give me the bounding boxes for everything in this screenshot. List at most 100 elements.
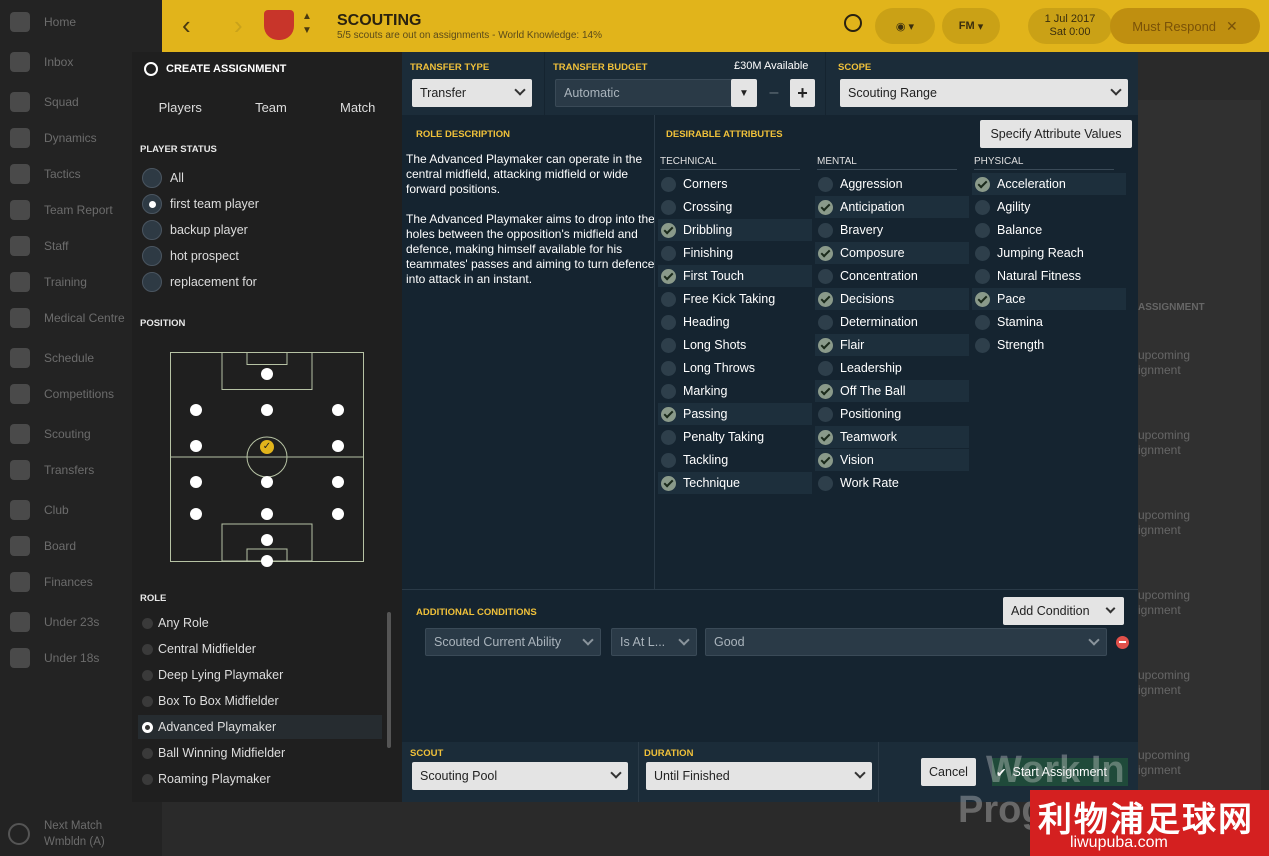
position-dot[interactable]	[261, 404, 273, 416]
check-icon[interactable]	[661, 199, 676, 215]
attribute-positioning[interactable]: Positioning	[815, 403, 969, 425]
attribute-stamina[interactable]: Stamina	[972, 311, 1126, 333]
attribute-free-kick-taking[interactable]: Free Kick Taking	[658, 288, 812, 310]
transfer-type-select[interactable]: Transfer	[412, 79, 532, 107]
attribute-flair[interactable]: Flair	[815, 334, 969, 356]
radio-button[interactable]	[142, 643, 153, 655]
attribute-bravery[interactable]: Bravery	[815, 219, 969, 241]
radio-button[interactable]	[142, 272, 162, 292]
attribute-aggression[interactable]: Aggression	[815, 173, 969, 195]
club-switch-icon[interactable]: ▲ ▼	[302, 10, 312, 38]
position-dot[interactable]	[261, 508, 273, 520]
attribute-pace[interactable]: Pace	[972, 288, 1126, 310]
player-status-option[interactable]: replacement for	[142, 272, 257, 292]
attribute-penalty-taking[interactable]: Penalty Taking	[658, 426, 812, 448]
check-icon[interactable]	[818, 291, 833, 307]
check-icon[interactable]	[661, 291, 676, 307]
attribute-corners[interactable]: Corners	[658, 173, 812, 195]
position-dot[interactable]	[261, 368, 273, 380]
attribute-concentration[interactable]: Concentration	[815, 265, 969, 287]
add-condition-button[interactable]: Add Condition	[1003, 597, 1124, 625]
tab-match[interactable]: Match	[340, 100, 375, 115]
nav-item-home[interactable]: Home	[0, 4, 162, 40]
radio-button[interactable]	[142, 721, 153, 733]
check-icon[interactable]	[975, 176, 990, 192]
budget-decrease-button[interactable]: –	[761, 79, 787, 107]
check-icon[interactable]	[818, 383, 833, 399]
role-scrollbar[interactable]	[387, 612, 391, 748]
position-dot[interactable]	[261, 555, 273, 567]
attribute-determination[interactable]: Determination	[815, 311, 969, 333]
condition-value-select[interactable]: Good	[705, 628, 1107, 656]
position-dot[interactable]	[332, 440, 344, 452]
position-dot[interactable]	[190, 404, 202, 416]
radio-button[interactable]	[142, 168, 162, 188]
check-icon[interactable]	[818, 337, 833, 353]
check-icon[interactable]	[661, 337, 676, 353]
attribute-crossing[interactable]: Crossing	[658, 196, 812, 218]
attribute-vision[interactable]: Vision	[815, 449, 969, 471]
budget-increase-button[interactable]: +	[790, 79, 815, 107]
attribute-first-touch[interactable]: First Touch	[658, 265, 812, 287]
scope-select[interactable]: Scouting Range	[840, 79, 1128, 107]
player-status-option[interactable]: backup player	[142, 220, 248, 240]
check-icon[interactable]	[661, 383, 676, 399]
radio-button[interactable]	[142, 669, 153, 681]
attribute-tackling[interactable]: Tackling	[658, 449, 812, 471]
attribute-long-throws[interactable]: Long Throws	[658, 357, 812, 379]
position-dot[interactable]	[261, 534, 273, 546]
check-icon[interactable]	[818, 245, 833, 261]
must-respond-button[interactable]: Must Respond ✕	[1110, 8, 1260, 44]
next-match[interactable]: Next Match Wmbldn (A)	[0, 812, 162, 856]
check-icon[interactable]	[818, 406, 833, 422]
role-option[interactable]: Any Role	[138, 611, 382, 635]
attribute-balance[interactable]: Balance	[972, 219, 1126, 241]
world-button[interactable]: ◉ ▾	[875, 8, 935, 44]
attribute-passing[interactable]: Passing	[658, 403, 812, 425]
check-icon[interactable]	[818, 199, 833, 215]
position-dot[interactable]	[190, 440, 202, 452]
check-icon[interactable]	[975, 314, 990, 330]
position-dot[interactable]	[190, 508, 202, 520]
search-icon[interactable]	[844, 14, 862, 32]
remove-condition-icon[interactable]	[1116, 636, 1129, 649]
check-icon[interactable]	[661, 452, 676, 468]
tab-team[interactable]: Team	[255, 100, 287, 115]
check-icon[interactable]	[975, 268, 990, 284]
check-icon[interactable]	[661, 406, 676, 422]
position-dot[interactable]	[261, 476, 273, 488]
radio-button[interactable]	[142, 194, 162, 214]
check-icon[interactable]	[818, 360, 833, 376]
attribute-leadership[interactable]: Leadership	[815, 357, 969, 379]
attribute-composure[interactable]: Composure	[815, 242, 969, 264]
attribute-acceleration[interactable]: Acceleration	[972, 173, 1126, 195]
radio-button[interactable]	[142, 773, 153, 785]
role-option[interactable]: Central Midfielder	[138, 637, 382, 661]
check-icon[interactable]	[661, 360, 676, 376]
radio-button[interactable]	[142, 246, 162, 266]
tab-players[interactable]: Players	[159, 100, 202, 115]
player-status-option[interactable]: first team player	[142, 194, 259, 214]
check-icon[interactable]	[661, 245, 676, 261]
check-icon[interactable]	[818, 176, 833, 192]
position-dot[interactable]	[332, 476, 344, 488]
check-icon[interactable]	[818, 452, 833, 468]
radio-button[interactable]	[142, 695, 153, 707]
scout-select[interactable]: Scouting Pool	[412, 762, 628, 790]
attribute-off-the-ball[interactable]: Off The Ball	[815, 380, 969, 402]
attribute-natural-fitness[interactable]: Natural Fitness	[972, 265, 1126, 287]
condition-field-select[interactable]: Scouted Current Ability	[425, 628, 601, 656]
attribute-agility[interactable]: Agility	[972, 196, 1126, 218]
check-icon[interactable]	[661, 475, 676, 491]
check-icon[interactable]	[975, 337, 990, 353]
check-icon[interactable]	[661, 314, 676, 330]
radio-button[interactable]	[142, 220, 162, 240]
attribute-finishing[interactable]: Finishing	[658, 242, 812, 264]
attribute-strength[interactable]: Strength	[972, 334, 1126, 356]
condition-operator-select[interactable]: Is At L...	[611, 628, 697, 656]
role-option[interactable]: Deep Lying Playmaker	[138, 663, 382, 687]
check-icon[interactable]	[661, 176, 676, 192]
check-icon[interactable]	[818, 475, 833, 491]
radio-button[interactable]	[142, 617, 153, 629]
check-icon[interactable]	[975, 199, 990, 215]
